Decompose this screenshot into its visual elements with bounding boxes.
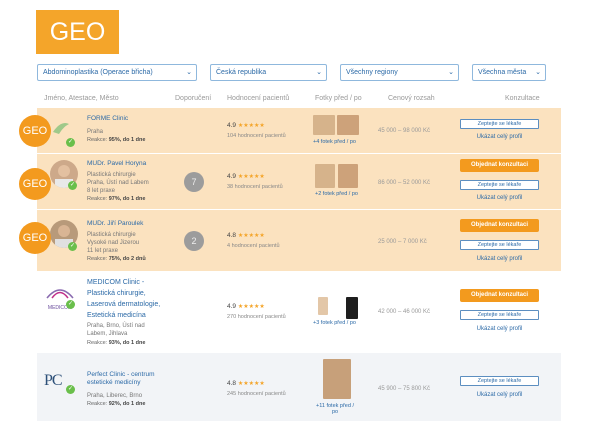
book-consultation-button[interactable]: Objednat konzultaci (460, 159, 539, 172)
response-rate: Reakce: 97%, do 1 dne (87, 196, 146, 202)
ask-doctor-button[interactable]: Zeptejte se lékaře (460, 376, 539, 386)
show-profile-link[interactable]: Ukázat celý profil (460, 256, 539, 262)
provider-name[interactable]: MEDICOM Clinic - Plastická chirurgie, La… (87, 277, 167, 321)
after-photo[interactable] (346, 297, 358, 319)
price-range: 86 000 – 52 000 Kč (378, 180, 431, 186)
procedure-select[interactable]: Abdominoplastika (Operace břicha) ⌄ (37, 64, 197, 81)
after-photo[interactable] (338, 164, 358, 188)
provider-practice: 8 let praxe (87, 188, 116, 194)
response-rate: Reakce: 95%, do 1 dne (87, 137, 146, 143)
provider-name[interactable]: MUDr. Pavel Horyna (87, 160, 146, 168)
column-header-consult[interactable]: Konzultace (505, 95, 540, 102)
chevron-down-icon: ⌄ (186, 69, 192, 76)
column-header-rating[interactable]: Hodnocení pacientů (227, 95, 289, 102)
provider-practice: 11 let praxe (87, 248, 118, 254)
rating-stars-icon: ★★★★★ (237, 304, 265, 310)
show-profile-link[interactable]: Ukázat celý profil (460, 134, 539, 140)
verified-check-icon: ✓ (66, 138, 75, 147)
provider-cities: Praha, Ústí nad Labem (87, 180, 149, 186)
forme-logo (53, 123, 69, 134)
response-rate: Reakce: 92%, do 1 dne (87, 401, 146, 407)
before-photo[interactable] (315, 164, 335, 188)
rating-stars-icon: ★★★★★ (237, 233, 265, 239)
verified-check-icon: ✓ (66, 300, 75, 309)
column-header-photos[interactable]: Fotky před / po (315, 95, 362, 102)
verified-check-icon: ✓ (68, 242, 77, 251)
column-header-recommended[interactable]: Doporučení (175, 95, 211, 102)
photos-link[interactable]: +2 fotek před / po (315, 191, 358, 197)
column-header-name[interactable]: Jméno, Atestace, Město (44, 95, 119, 102)
show-profile-link[interactable]: Ukázat celý profil (460, 392, 539, 398)
before-photo[interactable] (313, 115, 335, 135)
show-profile-link[interactable]: Ukázat celý profil (460, 326, 539, 332)
geo-badge: GEO (19, 115, 51, 147)
geo-banner: GEO (36, 10, 119, 54)
review-count[interactable]: 104 hodnocení pacientů (227, 133, 286, 139)
book-consultation-button[interactable]: Objednat konzultaci (460, 289, 539, 302)
country-select[interactable]: Česká republika ⌄ (210, 64, 327, 81)
review-count[interactable]: 270 hodnocení pacientů (227, 314, 286, 320)
verified-check-icon: ✓ (68, 181, 77, 190)
provider-cities: Praha, Liberec, Brno (87, 393, 143, 399)
photos-link[interactable]: +11 fotek před / po (313, 403, 357, 415)
region-select-value: Všechny regiony (346, 69, 398, 76)
verified-check-icon: ✓ (66, 385, 75, 394)
rating: 4.8 ★★★★★ (227, 380, 265, 387)
city-select[interactable]: Všechna města ⌄ (472, 64, 546, 81)
table-row (37, 353, 561, 421)
price-range: 45 000 – 98 000 Kč (378, 128, 431, 134)
price-range: 42 000 – 46 000 Kč (378, 309, 431, 315)
ask-doctor-button[interactable]: Zeptejte se lékaře (460, 119, 539, 129)
provider-city: Praha (87, 129, 104, 135)
rating: 4.9 ★★★★★ (227, 122, 265, 129)
chevron-down-icon: ⌄ (535, 69, 541, 76)
review-count[interactable]: 4 hodnocení pacientů (227, 243, 280, 249)
city-select-value: Všechna města (478, 69, 527, 76)
region-select[interactable]: Všechny regiony ⌄ (340, 64, 459, 81)
price-range: 45 900 – 75 800 Kč (378, 386, 431, 392)
rating-stars-icon: ★★★★★ (237, 123, 265, 129)
column-header-price[interactable]: Cenový rozsah (388, 95, 435, 102)
chevron-down-icon: ⌄ (448, 69, 454, 76)
recommendations-count: 2 (184, 231, 204, 251)
provider-name[interactable]: Perfect Clinic - centrum estetické medic… (87, 371, 167, 387)
review-count[interactable]: 38 hodnocení pacientů (227, 184, 283, 190)
rating: 4.8 ★★★★★ (227, 232, 265, 239)
recommendations-count: 7 (184, 172, 204, 192)
photos-link[interactable]: +3 fotek před / po (313, 320, 356, 326)
geo-badge: GEO (19, 168, 51, 200)
provider-name[interactable]: FORME Clinic (87, 115, 128, 123)
before-photo[interactable] (318, 297, 328, 315)
provider-specialty: Plastická chirurgie (87, 172, 136, 178)
provider-name[interactable]: MUDr. Jiří Paroulek (87, 220, 143, 228)
response-rate: Reakce: 93%, do 1 dne (87, 340, 146, 346)
rating-stars-icon: ★★★★★ (237, 381, 265, 387)
procedure-select-value: Abdominoplastika (Operace břicha) (43, 69, 153, 76)
ask-doctor-button[interactable]: Zeptejte se lékaře (460, 240, 539, 250)
photos-link[interactable]: +4 fotek před / po (313, 139, 356, 145)
rating-stars-icon: ★★★★★ (237, 174, 265, 180)
provider-cities: Vysoké nad Jizerou (87, 240, 140, 246)
provider-cities: Praha, Brno, Ústí nad Labem, Jihlava (87, 323, 145, 337)
geo-badge: GEO (19, 222, 51, 254)
book-consultation-button[interactable]: Objednat konzultaci (460, 219, 539, 232)
rating: 4.9 ★★★★★ (227, 173, 265, 180)
response-rate: Reakce: 75%, do 2 dnů (87, 256, 146, 262)
country-select-value: Česká republika (216, 69, 267, 76)
ask-doctor-button[interactable]: Zeptejte se lékaře (460, 180, 539, 190)
chevron-down-icon: ⌄ (316, 69, 322, 76)
provider-specialty: Plastická chirurgie (87, 232, 136, 238)
after-photo[interactable] (337, 115, 359, 135)
ask-doctor-button[interactable]: Zeptejte se lékaře (460, 310, 539, 320)
review-count[interactable]: 245 hodnocení pacientů (227, 391, 286, 397)
before-after-photo[interactable] (323, 359, 351, 399)
show-profile-link[interactable]: Ukázat celý profil (460, 195, 539, 201)
rating: 4.9 ★★★★★ (227, 303, 265, 310)
price-range: 25 000 – 7 000 Kč (378, 239, 427, 245)
